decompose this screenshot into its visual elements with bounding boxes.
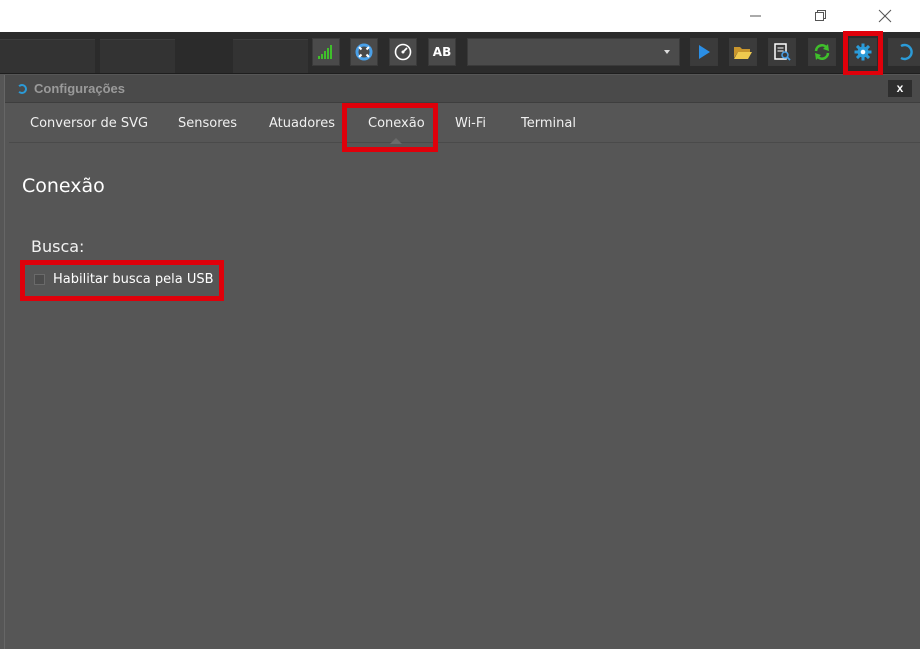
minimize-icon [750, 15, 761, 17]
chevron-down-icon [664, 50, 670, 54]
open-folder-button[interactable] [729, 38, 757, 66]
signal-bars-icon [318, 45, 332, 59]
highlight-settings-button [843, 31, 883, 76]
highlight-connection-tab [342, 103, 438, 152]
highlight-usb-checkbox [20, 260, 224, 301]
lifebuoy-icon [355, 43, 373, 61]
panel-close-button[interactable]: x [888, 80, 912, 97]
app-logo-icon [899, 43, 913, 61]
toolbar-tab-strip [0, 39, 95, 73]
refresh-button[interactable] [808, 38, 836, 66]
app-logo-button[interactable] [888, 38, 920, 66]
tab-actuators[interactable]: Atuadores [269, 105, 335, 143]
panel-header: Configurações x [5, 75, 920, 103]
file-search-icon [774, 43, 791, 61]
ab-label: AB [432, 45, 452, 59]
restore-button[interactable] [798, 0, 844, 32]
signal-button[interactable] [312, 38, 340, 66]
tab-svg-converter[interactable]: Conversor de SVG [30, 105, 148, 143]
toolbar-tab-strip [100, 39, 175, 73]
tab-terminal[interactable]: Terminal [521, 105, 576, 143]
device-select[interactable] [467, 38, 680, 66]
play-icon [699, 45, 710, 59]
ab-button[interactable]: AB [428, 38, 456, 66]
settings-tabs: Conversor de SVG Sensores Atuadores Cone… [9, 105, 920, 144]
tab-wifi[interactable]: Wi-Fi [455, 105, 486, 143]
toolbar-tab-strip [233, 39, 308, 73]
search-section-label: Busca: [31, 237, 85, 256]
minimize-button[interactable] [733, 0, 779, 32]
close-icon [878, 9, 892, 23]
tab-sensors[interactable]: Sensores [178, 105, 237, 143]
window-title-bar [0, 0, 920, 32]
page-title: Conexão [22, 175, 105, 197]
folder-open-icon [734, 47, 752, 59]
settings-panel: Configurações x Conversor de SVG Sensore… [4, 75, 920, 649]
play-button[interactable] [690, 38, 718, 66]
window-close-button[interactable] [862, 0, 908, 32]
refresh-icon [814, 44, 830, 60]
help-button[interactable] [350, 38, 378, 66]
gauge-button[interactable] [389, 38, 417, 66]
restore-icon [815, 10, 826, 21]
panel-title: Configurações [34, 81, 126, 96]
app-logo-icon [17, 84, 27, 94]
gauge-icon [394, 43, 412, 61]
inspect-file-button[interactable] [768, 38, 796, 66]
